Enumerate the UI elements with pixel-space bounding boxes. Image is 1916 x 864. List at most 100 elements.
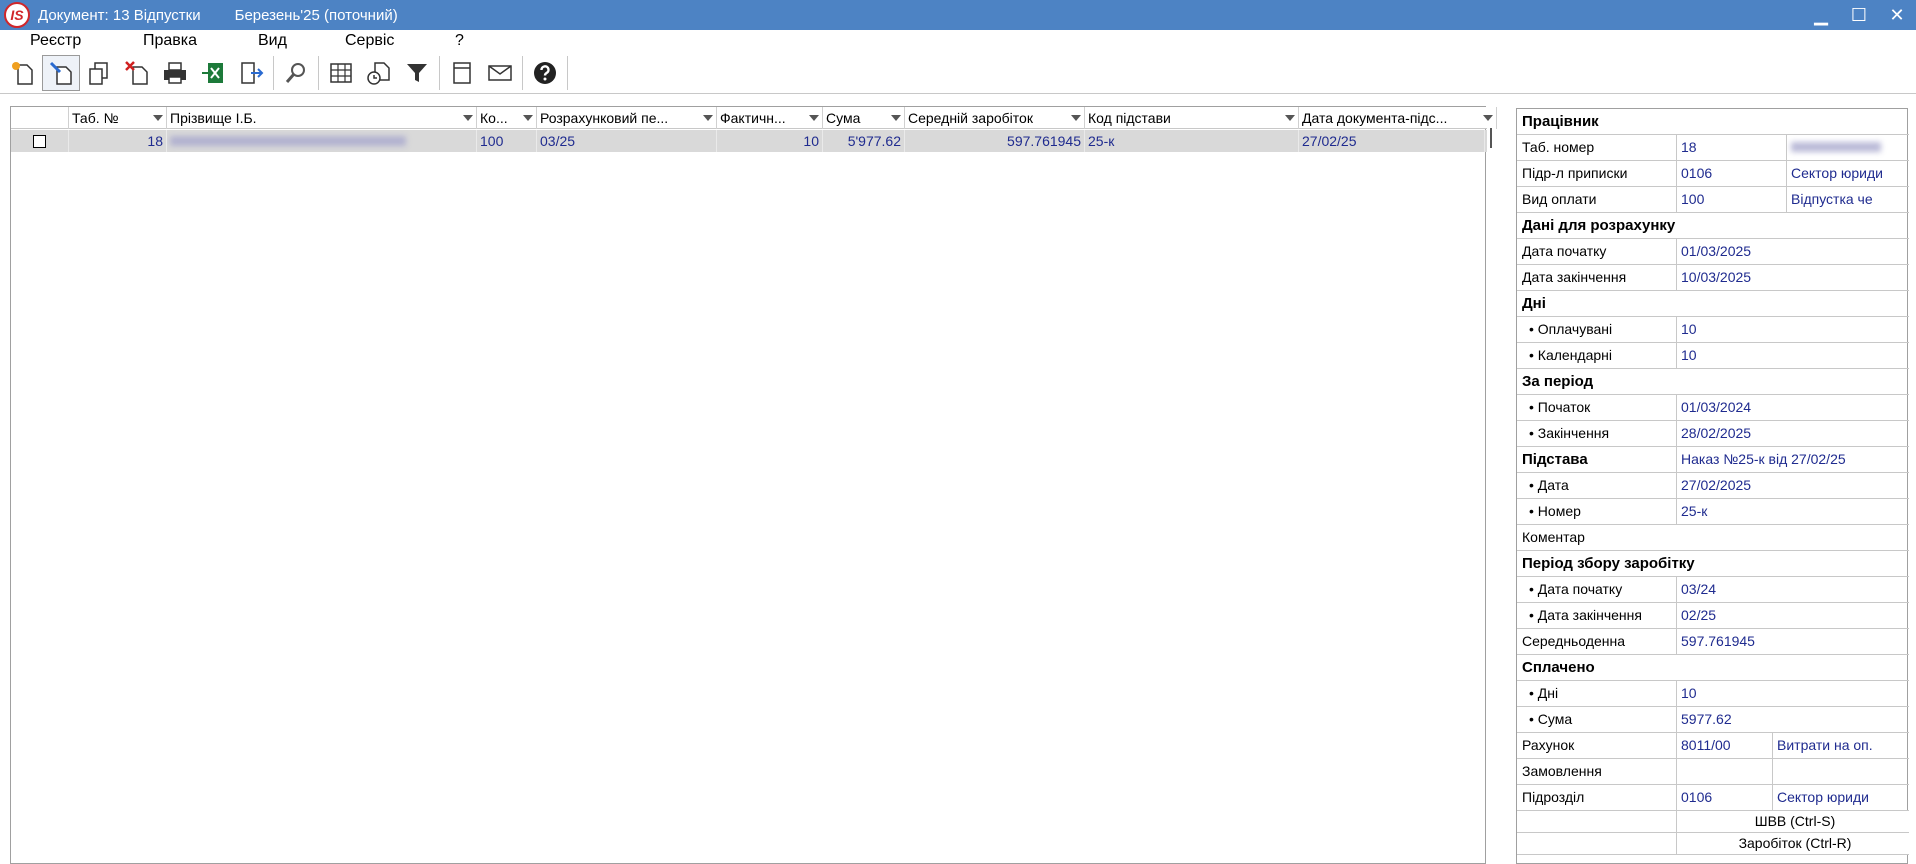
mail-button[interactable] [481, 55, 519, 91]
row-period-start: • Початок 01/03/2024 [1517, 395, 1909, 421]
earn-start-field[interactable]: 03/24 [1677, 577, 1909, 602]
daily-avg-field[interactable]: 597.761945 [1677, 629, 1909, 654]
card-button[interactable] [443, 55, 481, 91]
new-document-button[interactable] [4, 55, 42, 91]
column-header-calc-period[interactable]: Розрахунковий пе... [537, 107, 717, 129]
order-name-field[interactable] [1773, 759, 1909, 784]
window-title: Документ: 13 Відпустки [38, 6, 201, 24]
search-button[interactable] [277, 55, 315, 91]
dept-code-field[interactable]: 0106 [1677, 161, 1787, 186]
comment-field[interactable]: Коментар [1517, 525, 1909, 550]
column-header-actual[interactable]: Фактичн... [717, 107, 823, 129]
cell-calc-period: 03/25 [537, 130, 717, 152]
period-start-field[interactable]: 01/03/2024 [1677, 395, 1909, 420]
help-button[interactable] [526, 55, 564, 91]
basis-date-field[interactable]: 27/02/2025 [1677, 473, 1909, 498]
pay-type-name-field[interactable]: Відпустка че [1787, 187, 1909, 212]
row-paid-days: • Оплачувані 10 [1517, 317, 1909, 343]
menu-edit[interactable]: Правка [143, 32, 197, 50]
minimize-button[interactable]: ▁ [1802, 0, 1840, 30]
edit-icon [49, 61, 72, 85]
account-code-field[interactable]: 8011/00 [1677, 733, 1773, 758]
scrollbar-thumb[interactable] [1490, 128, 1492, 148]
end-date-field[interactable]: 10/03/2025 [1677, 265, 1909, 290]
column-header-basis-code[interactable]: Код підстави [1085, 107, 1299, 129]
menu-service[interactable]: Сервіс [345, 32, 394, 50]
redacted-name [1791, 142, 1881, 152]
print-icon [164, 61, 186, 84]
maximize-button[interactable]: ☐ [1840, 0, 1878, 30]
row-shvv: ШВВ (Ctrl-S) [1517, 811, 1909, 833]
section-employee: Працівник [1517, 109, 1909, 135]
row-checkbox[interactable] [33, 135, 46, 148]
search-icon [285, 62, 305, 83]
row-subdivision: Підрозділ 0106 Сектор юриди [1517, 785, 1909, 811]
column-header-doc-date[interactable]: Дата документа-підс... [1299, 107, 1497, 129]
earn-end-field[interactable]: 02/25 [1677, 603, 1909, 628]
column-header-name[interactable]: Прізвище І.Б. [167, 107, 477, 129]
app-logo-icon: IS [4, 2, 30, 28]
window-period: Березень'25 (поточний) [234, 6, 398, 24]
row-basis: Підстава Наказ №25-к від 27/02/25 [1517, 447, 1909, 473]
basis-number-field[interactable]: 25-к [1677, 499, 1909, 524]
window-controls: ▁ ☐ ✕ [1802, 0, 1916, 30]
column-header-code[interactable]: Ко... [477, 107, 537, 129]
dept-name-field[interactable]: Сектор юриди [1787, 161, 1909, 186]
start-date-field[interactable]: 01/03/2025 [1677, 239, 1909, 264]
column-header-avg-salary[interactable]: Середній заробіток [905, 107, 1085, 129]
column-header-tab-no[interactable]: Таб. № [69, 107, 167, 129]
row-dept: Підр-л приписки 0106 Сектор юриди [1517, 161, 1909, 187]
row-paid-days-total: • Дні 10 [1517, 681, 1909, 707]
employee-name-field[interactable] [1787, 135, 1909, 160]
copy-button[interactable] [80, 55, 118, 91]
column-header-select[interactable] [11, 107, 69, 129]
tab-no-field[interactable]: 18 [1677, 135, 1787, 160]
close-button[interactable]: ✕ [1878, 0, 1916, 30]
sort-arrow-icon [523, 115, 533, 121]
print-button[interactable] [156, 55, 194, 91]
subdivision-code-field[interactable]: 0106 [1677, 785, 1773, 810]
excel-export-button[interactable] [194, 55, 232, 91]
column-header-sum[interactable]: Сума [823, 107, 905, 129]
menu-view[interactable]: Вид [258, 32, 287, 50]
section-period: За період [1517, 369, 1909, 395]
section-paid: Сплачено [1517, 655, 1909, 681]
grid-view-button[interactable] [322, 55, 360, 91]
details-panel: Працівник Таб. номер 18 Підр-л приписки … [1516, 108, 1909, 864]
sort-arrow-icon [703, 115, 713, 121]
copy-icon [89, 61, 108, 85]
title-bar: IS Документ: 13 Відпустки Березень'25 (п… [0, 0, 1916, 30]
exit-button[interactable] [232, 55, 270, 91]
shvv-button[interactable]: ШВВ (Ctrl-S) [1677, 811, 1909, 832]
paid-sum-field[interactable]: 5977.62 [1677, 707, 1909, 732]
grid-scrollbar[interactable] [1484, 128, 1498, 150]
calendar-days-field[interactable]: 10 [1677, 343, 1909, 368]
row-select-cell [11, 130, 69, 152]
order-code-field[interactable] [1677, 759, 1773, 784]
pay-type-code-field[interactable]: 100 [1677, 187, 1787, 212]
new-doc-icon [12, 61, 33, 85]
period-end-field[interactable]: 28/02/2025 [1677, 421, 1909, 446]
table-row[interactable]: 18 100 03/25 10 5'977.62 597.761945 25-к… [11, 130, 1487, 152]
menu-help[interactable]: ? [455, 32, 464, 50]
sort-arrow-icon [891, 115, 901, 121]
sort-arrow-icon [153, 115, 163, 121]
basis-field[interactable]: Наказ №25-к від 27/02/25 [1677, 447, 1909, 472]
delete-button[interactable] [118, 55, 156, 91]
history-button[interactable] [360, 55, 398, 91]
row-pay-type: Вид оплати 100 Відпустка че [1517, 187, 1909, 213]
row-earn-end: • Дата закінчення 02/25 [1517, 603, 1909, 629]
filter-button[interactable] [398, 55, 436, 91]
earnings-button[interactable]: Заробіток (Ctrl-R) [1677, 833, 1909, 854]
account-name-field[interactable]: Витрати на оп. [1773, 733, 1909, 758]
section-calc: Дані для розрахунку [1517, 213, 1909, 239]
toolbar-separator [439, 55, 440, 90]
paid-days-field[interactable]: 10 [1677, 317, 1909, 342]
edit-button[interactable] [42, 54, 80, 91]
paid-days-total-field[interactable]: 10 [1677, 681, 1909, 706]
row-earn-start: • Дата початку 03/24 [1517, 577, 1909, 603]
menu-registry[interactable]: Реєстр [30, 32, 81, 50]
subdivision-name-field[interactable]: Сектор юриди [1773, 785, 1909, 810]
menu-bar: Реєстр Правка Вид Сервіс ? [0, 30, 1916, 52]
history-icon [367, 61, 390, 85]
